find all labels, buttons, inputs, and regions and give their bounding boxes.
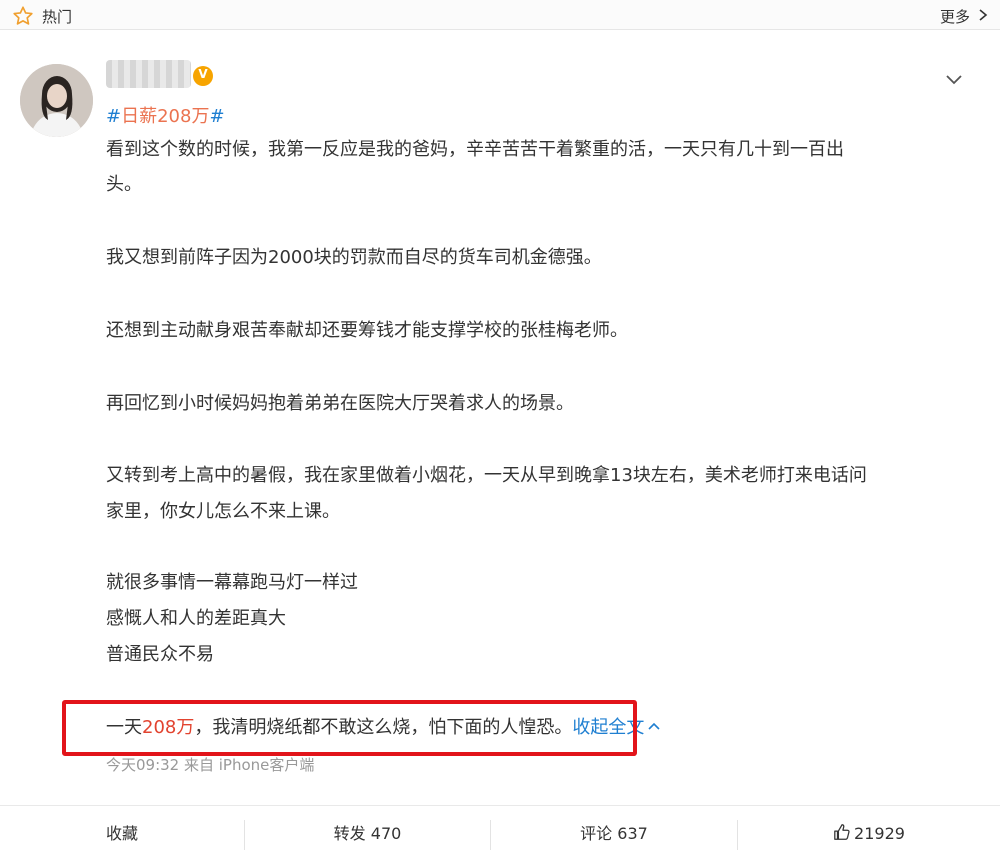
paragraph-1-line-1: 看到这个数的时候，我第一反应是我的爸妈，辛辛苦苦干着繁重的活，一天只有几十到一百… [106,139,844,160]
paragraph-6-line-1: 就很多事情一幕幕跑马灯一样过 [106,572,358,593]
paragraph-6-line-2: 感慨人和人的差距真大 [106,608,286,629]
hashtag-open: # [106,106,122,127]
paragraph-6-line-3: 普通民众不易 [106,644,214,665]
vip-badge-icon: V [193,66,213,86]
annotation-box [62,700,637,756]
top-bar: 热门 更多 [0,0,1000,30]
paragraph-5-line-2: 家里，你女儿怎么不来上课。 [106,501,340,522]
hashtag-text: 日薪208万 [121,106,210,127]
section-title: 热门 [42,8,73,26]
thumbs-up-icon [834,824,850,840]
favorite-button[interactable]: 收藏 [0,806,244,862]
like-count: 21929 [854,824,905,843]
star-icon [13,6,33,25]
avatar-image [20,64,93,137]
chevron-up-icon[interactable] [647,720,661,732]
paragraph-1-line-2: 头。 [106,174,142,195]
paragraph-4: 再回忆到小时候妈妈抱着弟弟在医院大厅哭着求人的场景。 [106,393,574,414]
hashtag-close: # [209,106,225,127]
paragraph-3: 还想到主动献身艰苦奉献却还要筹钱才能支撑学校的张桂梅老师。 [106,320,628,341]
repost-button[interactable]: 转发 470 [245,806,490,862]
avatar[interactable] [20,64,93,137]
hashtag-link[interactable]: #日薪208万# [106,102,225,128]
like-button[interactable]: 21929 [738,806,1000,862]
weibo-post-card: V #日薪208万# 看到这个数的时候，我第一反应是我的爸妈，辛辛苦苦干着繁重的… [0,30,1000,863]
more-link[interactable]: 更多 [940,6,970,27]
action-bar: 收藏 转发 470 评论 637 21929 [0,805,1000,861]
chevron-right-icon[interactable] [978,9,988,21]
chevron-down-icon[interactable] [945,74,963,86]
comment-button[interactable]: 评论 637 [491,806,737,862]
post-meta: 今天09:32 来自 iPhone客户端 [106,756,315,774]
paragraph-2: 我又想到前阵子因为2000块的罚款而自尽的货车司机金德强。 [106,247,602,268]
paragraph-5-line-1: 又转到考上高中的暑假，我在家里做着小烟花，一天从早到晚拿13块左右，美术老师打来… [106,465,867,486]
username-blurred[interactable] [106,60,191,88]
